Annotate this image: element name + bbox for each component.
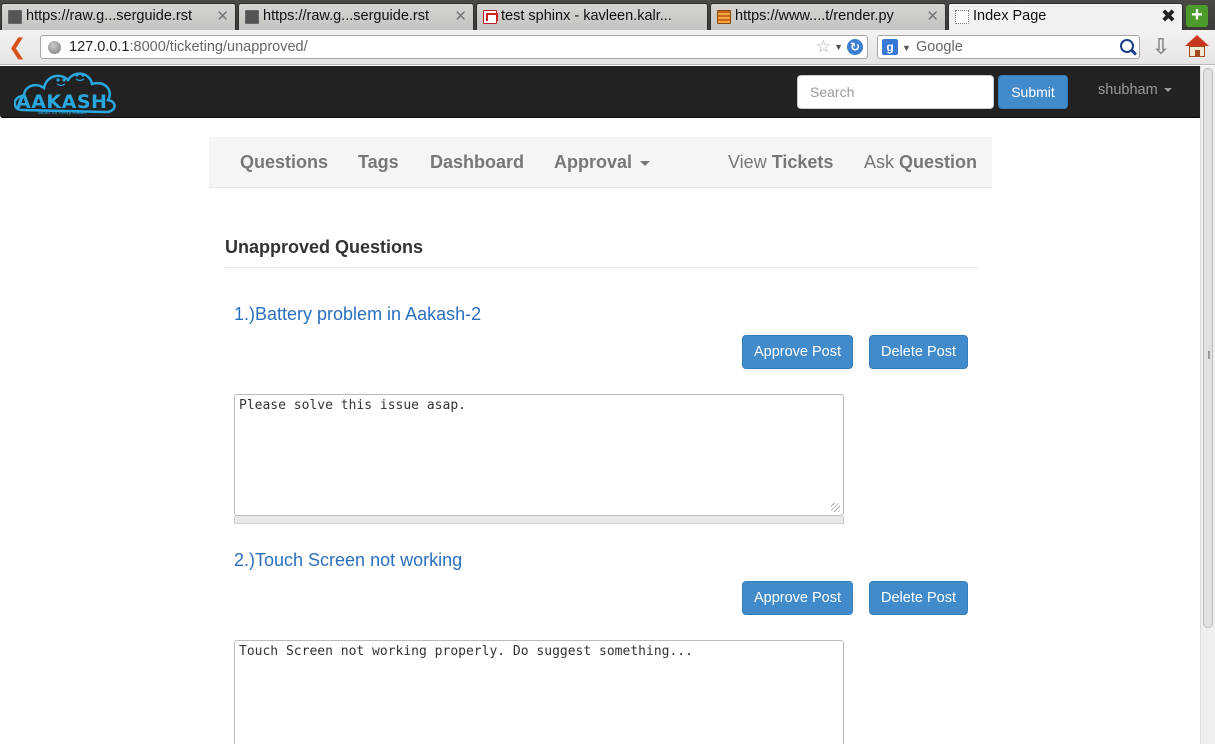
nav-view-tickets[interactable]: View Tickets [728, 152, 833, 173]
nav-ask-prefix: Ask [864, 152, 895, 172]
url-host: 127.0.0.1 [69, 39, 130, 55]
approve-post-button[interactable]: Approve Post [742, 581, 853, 615]
search-engine-placeholder: Google [916, 39, 963, 55]
delete-post-button[interactable]: Delete Post [869, 581, 968, 615]
browser-search-bar[interactable]: g ▼ Google [877, 35, 1140, 59]
dropdown-arrow-icon[interactable]: ▼ [902, 43, 911, 53]
browser-tab-5[interactable]: Index Page ✖ [948, 3, 1183, 31]
site-header: AAKASH tablet for every Indian Submit sh… [0, 66, 1202, 118]
tab-label: https://www....t/render.py [735, 8, 894, 24]
resize-handle-icon[interactable] [831, 503, 840, 512]
scrollbar-thumb[interactable] [1203, 68, 1213, 628]
sub-navigation: Questions Tags Dashboard Approval View T… [209, 137, 992, 188]
bookmark-star-icon[interactable]: ☆ [816, 37, 831, 57]
search-icon[interactable] [1120, 39, 1134, 53]
page-scrollbar[interactable] [1200, 66, 1215, 744]
url-bar[interactable]: 127.0.0.1:8000/ticketing/unapproved/ ☆ ▼… [40, 35, 868, 59]
question-title-link[interactable]: 2.)Touch Screen not working [234, 550, 462, 571]
tab-label: https://raw.g...serguide.rst [26, 8, 193, 24]
nav-ask-question[interactable]: Ask Question [864, 152, 977, 173]
caret-down-icon [1163, 88, 1172, 93]
google-icon[interactable]: g [882, 39, 898, 55]
logo-tagline: tablet for every Indian [38, 110, 87, 116]
nav-dashboard[interactable]: Dashboard [430, 152, 524, 173]
browser-tab-4[interactable]: https://www....t/render.py ✕ [710, 3, 946, 30]
question-title-link[interactable]: 1.)Battery problem in Aakash-2 [234, 304, 481, 325]
nav-tags[interactable]: Tags [358, 152, 399, 173]
question-body-textarea[interactable]: Please solve this issue asap. [234, 394, 844, 516]
nav-ask-strong: Question [899, 152, 978, 172]
browser-tab-1[interactable]: https://raw.g...serguide.rst ✕ [1, 3, 236, 30]
close-icon[interactable]: ✕ [926, 4, 939, 29]
submit-button[interactable]: Submit [998, 75, 1068, 109]
page-title: Unapproved Questions [225, 237, 424, 257]
search-input[interactable] [797, 75, 994, 109]
github-icon [8, 10, 22, 24]
gmail-icon [483, 10, 498, 24]
nav-approval[interactable]: Approval [554, 152, 651, 173]
nav-view-prefix: View [728, 152, 767, 172]
globe-icon [48, 41, 61, 54]
back-arrow-icon[interactable]: ❮ [8, 35, 28, 59]
page-viewport: AAKASH tablet for every Indian Submit sh… [0, 66, 1215, 744]
textarea-footer-bar [234, 516, 844, 524]
tab-label: test sphinx - kavleen.kalr... [501, 8, 672, 24]
code-icon [717, 10, 731, 24]
tab-label: Index Page [973, 8, 1047, 24]
url-path: :8000/ticketing/unapproved/ [129, 39, 308, 55]
close-icon[interactable]: ✖ [1161, 4, 1176, 29]
approve-post-button[interactable]: Approve Post [742, 335, 853, 369]
reload-icon[interactable]: ↻ [847, 39, 863, 55]
nav-approval-label: Approval [554, 152, 633, 172]
question-body-textarea[interactable]: Touch Screen not working properly. Do su… [234, 640, 844, 744]
aakash-logo[interactable]: AAKASH tablet for every Indian [14, 66, 118, 118]
browser-tab-2[interactable]: https://raw.g...serguide.rst ✕ [238, 3, 474, 30]
caret-down-icon [640, 160, 651, 166]
nav-questions[interactable]: Questions [240, 152, 328, 173]
browser-tab-3[interactable]: test sphinx - kavleen.kalr... [476, 3, 708, 30]
url-text: 127.0.0.1:8000/ticketing/unapproved/ [69, 39, 308, 55]
browser-tab-bar: https://raw.g...serguide.rst ✕ https://r… [0, 0, 1215, 31]
user-menu[interactable]: shubham [1098, 82, 1172, 98]
tab-label: https://raw.g...serguide.rst [263, 8, 430, 24]
user-name: shubham [1098, 82, 1158, 98]
download-icon[interactable]: ⇩ [1151, 36, 1171, 60]
delete-post-button[interactable]: Delete Post [869, 335, 968, 369]
blank-page-icon [955, 10, 969, 24]
close-icon[interactable]: ✕ [216, 4, 229, 29]
nav-view-strong: Tickets [771, 152, 834, 172]
browser-toolbar: ❮ 127.0.0.1:8000/ticketing/unapproved/ ☆… [0, 30, 1215, 65]
divider [225, 267, 977, 268]
home-icon[interactable] [1184, 35, 1210, 59]
github-icon [245, 10, 259, 24]
dropdown-arrow-icon[interactable]: ▼ [834, 42, 843, 52]
close-icon[interactable]: ✕ [454, 4, 467, 29]
new-tab-button[interactable]: + [1186, 5, 1208, 27]
